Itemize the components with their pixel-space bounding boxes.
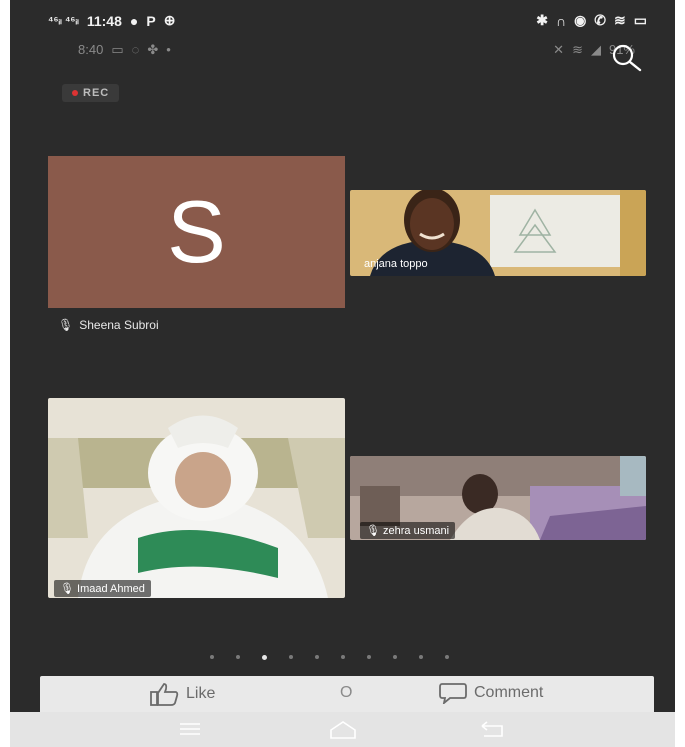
mic-muted-icon: 🎙︎ [58,318,74,332]
settings-icon: ✤ [147,42,159,57]
participant-tile-imaad[interactable]: 🎙︎ Imaad Ahmed [48,398,345,598]
center-button[interactable]: O [340,684,352,702]
back-nav-icon[interactable] [478,720,508,745]
home-nav-icon[interactable] [328,720,358,745]
page-dot[interactable] [393,655,397,659]
meeting-screen: ⁴⁶ᵢₗ ⁴⁶ᵢₗ 11:48 ● P ⊕ ✱ ∩ ◉ ✆ ≋ ▭ 8:40 ▭… [10,0,675,747]
page-dot[interactable] [236,655,240,659]
recording-badge: REC [62,84,120,102]
secondary-status-bar: 8:40 ▭ ◌ ✤ • ✕ ≋ ◢ 91% [10,38,675,62]
page-dot[interactable] [262,655,267,660]
page-dot[interactable] [289,655,293,659]
page-dot[interactable] [210,655,214,659]
avatar-initial: S [167,182,226,281]
system-nav-bar [10,712,675,747]
participant-name-imaad: 🎙︎ Imaad Ahmed [54,580,151,597]
mic-muted-icon: 🎙︎ [60,583,74,595]
participant-tile-sheena[interactable]: S [48,156,345,308]
secondary-clock: 8:40 [78,42,104,57]
page-dot[interactable] [341,655,345,659]
page-dot[interactable] [315,655,319,659]
chat-icon: ● [129,12,139,29]
record-dot-icon [72,90,78,97]
secondary-signal-icon: ◢ [590,42,601,57]
battery-icon: ▭ [633,12,647,28]
alarm-icon: ◉ [574,12,587,28]
search-icon[interactable] [610,42,642,74]
secondary-wifi-icon: ≋ [572,42,583,57]
participant-name-sheena: 🎙︎ Sheena Subroi [58,318,159,332]
page-dot[interactable] [367,655,371,659]
mic-muted-icon: 🎙︎ [366,525,380,537]
bluetooth-icon: ✱ [536,12,548,28]
notification-icon: ⊕ [163,12,176,28]
dot-icon: • [166,42,171,57]
participant-tile-zehra[interactable]: 🎙︎ zehra usmani [350,456,646,540]
signal-icon: ⁴⁶ᵢₗ ⁴⁶ᵢₗ [48,15,79,27]
whatsapp-icon: ◌ [131,42,140,57]
page-dot[interactable] [445,655,449,659]
wifi-icon: ≋ [614,12,626,28]
status-letter: P [146,12,156,29]
participant-name-anjana: anjana toppo [364,258,428,270]
clock: 11:48 [86,12,122,29]
participant-name-zehra: 🎙︎ zehra usmani [360,522,456,539]
page-dot[interactable] [419,655,423,659]
menu-nav-icon[interactable] [178,720,202,743]
status-bar: ⁴⁶ᵢₗ ⁴⁶ᵢₗ 11:48 ● P ⊕ ✱ ∩ ◉ ✆ ≋ ▭ [10,0,675,40]
page-indicator [210,655,449,660]
reaction-bar: Like O Comment [40,676,654,714]
thumbs-up-icon [150,683,179,706]
call-icon: ✆ [594,12,607,28]
like-button[interactable]: Like [150,682,215,706]
video-feed-imaad [48,398,345,598]
comment-icon [439,683,467,704]
image-icon: ▭ [111,42,124,57]
headphone-icon: ∩ [555,12,567,29]
mute-icon: ✕ [553,42,565,57]
participant-tile-anjana[interactable]: anjana toppo [350,190,646,276]
comment-button[interactable]: Comment [438,682,543,704]
